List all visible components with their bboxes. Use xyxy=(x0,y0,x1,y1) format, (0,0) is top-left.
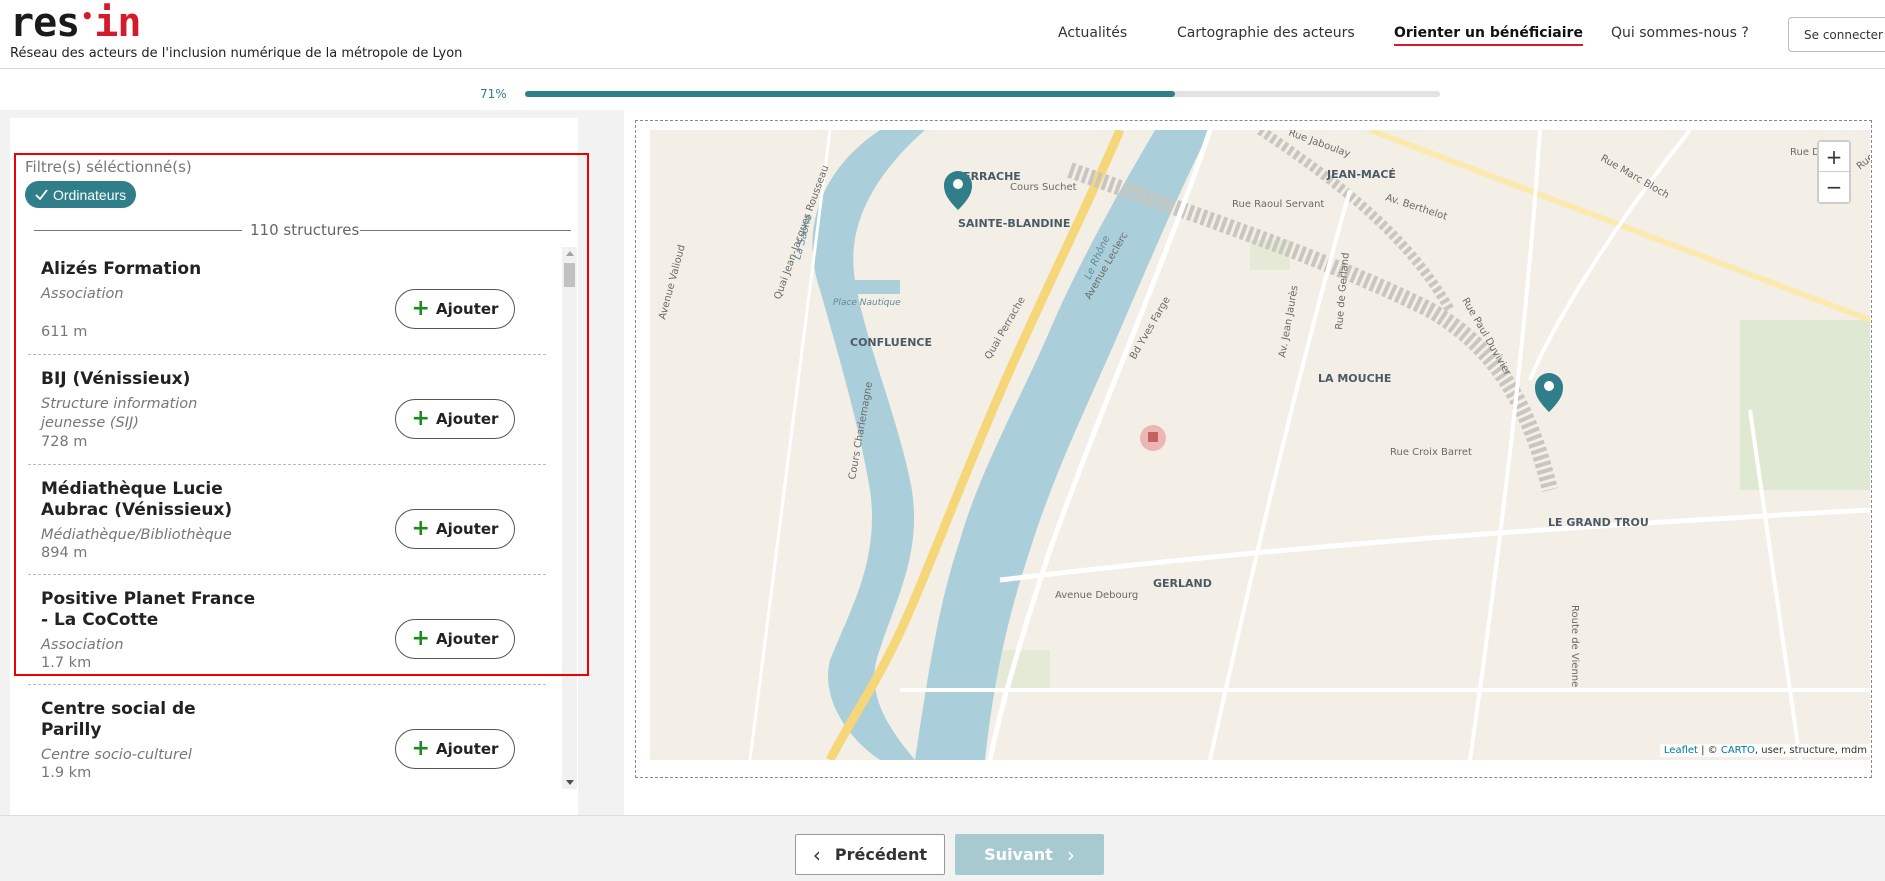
structure-name: Positive Planet France - La CoCotte xyxy=(41,589,256,630)
map-label-street: Rue Raoul Servant xyxy=(1232,199,1324,210)
leaflet-link[interactable]: Leaflet xyxy=(1664,745,1698,756)
plus-icon: + xyxy=(411,296,430,321)
add-button-label: Ajouter xyxy=(435,630,499,648)
structure-type: Centre socio-culturel xyxy=(41,747,192,763)
structure-type: Association xyxy=(41,286,124,302)
list-item[interactable]: Médiathèque Lucie Aubrac (Vénissieux) Mé… xyxy=(28,465,546,575)
add-structure-button[interactable]: + Ajouter xyxy=(395,509,515,549)
structure-type: Structure information jeunesse (SIJ) xyxy=(41,396,198,431)
previous-label: Précédent xyxy=(834,845,928,864)
map-label-district: JEAN-MACÉ xyxy=(1326,168,1396,181)
logo-res: res xyxy=(10,0,80,46)
user-location-icon[interactable] xyxy=(1140,425,1166,451)
map-label-district: SAINTE-BLANDINE xyxy=(958,217,1070,230)
count-divider-left xyxy=(34,230,242,231)
plus-icon: + xyxy=(411,626,430,651)
attribution-separator: | © xyxy=(1697,745,1721,756)
previous-button[interactable]: ‹ Précédent xyxy=(795,834,945,875)
structure-name: Alizés Formation xyxy=(41,259,202,279)
nav-orienter[interactable]: Orienter un bénéficiaire xyxy=(1394,25,1583,46)
map-label-district: LE GRAND TROU xyxy=(1548,516,1649,529)
site-tagline: Réseau des acteurs de l'inclusion numéri… xyxy=(10,46,463,61)
filter-chip-label: Ordinateurs xyxy=(53,186,127,203)
filters-title: Filtre(s) séléctionné(s) xyxy=(25,158,192,176)
carto-link[interactable]: CARTO xyxy=(1721,745,1755,756)
map-marina xyxy=(840,280,900,294)
logo-dot: • xyxy=(81,4,93,28)
chevron-left-icon: ‹ xyxy=(812,842,821,867)
plus-icon: + xyxy=(411,516,430,541)
structures-count: 110 structures xyxy=(250,221,360,239)
add-button-label: Ajouter xyxy=(435,520,499,538)
map-label-street: Rue Croix Barret xyxy=(1390,447,1472,458)
map-zoom-control: + − xyxy=(1817,140,1851,204)
list-scrollbar[interactable] xyxy=(562,247,577,789)
add-button-label: Ajouter xyxy=(435,740,499,758)
list-item[interactable]: Positive Planet France - La CoCotte Asso… xyxy=(28,575,546,685)
map-label-district: LA MOUCHE xyxy=(1318,372,1391,385)
map-attribution: Leaflet | © CARTO, user, structure, mdm xyxy=(1659,744,1871,757)
scroll-up-arrow-icon[interactable] xyxy=(566,251,574,256)
site-logo[interactable]: res • in xyxy=(10,0,141,46)
logo-in: in xyxy=(94,0,141,46)
nav-actualites[interactable]: Actualités xyxy=(1058,25,1127,41)
map-label-district: CONFLUENCE xyxy=(850,336,932,349)
structure-distance: 611 m xyxy=(41,324,88,340)
map-label-street: Avenue Debourg xyxy=(1055,590,1138,601)
map-label-district: GERLAND xyxy=(1153,577,1212,590)
map-label-street: Cours Suchet xyxy=(1010,182,1077,193)
structure-distance: 894 m xyxy=(41,545,88,561)
structure-name: BIJ (Vénissieux) xyxy=(41,369,191,389)
add-structure-button[interactable]: + Ajouter xyxy=(395,289,515,329)
list-item[interactable]: BIJ (Vénissieux) Structure information j… xyxy=(28,355,546,465)
add-structure-button[interactable]: + Ajouter xyxy=(395,619,515,659)
list-item[interactable]: Alizés Formation Association 611 m + Ajou… xyxy=(28,245,546,355)
scroll-down-arrow-icon[interactable] xyxy=(566,780,574,785)
zoom-in-button[interactable]: + xyxy=(1819,142,1849,172)
map-label-water: Place Nautique xyxy=(833,298,901,308)
map-label-street: Route de Vienne xyxy=(1569,605,1580,687)
map[interactable]: PERRACHE SAINTE-BLANDINE JEAN-MACÉ CONFL… xyxy=(650,130,1870,760)
add-structure-button[interactable]: + Ajouter xyxy=(395,729,515,769)
structure-name: Médiathèque Lucie Aubrac (Vénissieux) xyxy=(41,479,233,520)
structure-distance: 728 m xyxy=(41,434,88,450)
add-structure-button[interactable]: + Ajouter xyxy=(395,399,515,439)
check-icon xyxy=(35,189,48,200)
chevron-right-icon: › xyxy=(1066,842,1075,867)
nav-qui-sommes-nous[interactable]: Qui sommes-nous ? xyxy=(1611,25,1749,41)
filter-chip-ordinateurs[interactable]: Ordinateurs xyxy=(25,181,137,208)
next-button[interactable]: Suivant › xyxy=(955,834,1104,875)
structure-distance: 1.9 km xyxy=(41,765,92,781)
plus-icon: + xyxy=(411,736,430,761)
nav-cartographie[interactable]: Cartographie des acteurs xyxy=(1177,25,1355,41)
site-header: res • in Réseau des acteurs de l'inclusion… xyxy=(0,0,1885,69)
count-divider-right xyxy=(360,230,571,231)
progress-label: 71% xyxy=(480,87,507,101)
zoom-out-button[interactable]: − xyxy=(1819,172,1849,202)
add-button-label: Ajouter xyxy=(435,410,499,428)
login-button[interactable]: Se connecter xyxy=(1788,17,1885,52)
scroll-thumb[interactable] xyxy=(564,263,575,287)
structures-list[interactable]: Alizés Formation Association 611 m + Ajou… xyxy=(28,245,558,790)
next-label: Suivant xyxy=(984,845,1053,864)
attribution-text: , user, structure, mdm xyxy=(1754,745,1867,756)
progress-bar xyxy=(525,91,1440,97)
list-item[interactable]: Centre social de Parilly Centre socio-cu… xyxy=(28,685,546,790)
map-canvas[interactable]: PERRACHE SAINTE-BLANDINE JEAN-MACÉ CONFL… xyxy=(650,130,1870,760)
structure-name: Centre social de Parilly xyxy=(41,699,196,740)
structure-distance: 1.7 km xyxy=(41,655,92,671)
structure-type: Médiathèque/Bibliothèque xyxy=(41,527,232,543)
structure-type: Association xyxy=(41,637,124,653)
plus-icon: + xyxy=(411,406,430,431)
add-button-label: Ajouter xyxy=(435,300,499,318)
progress-fill xyxy=(525,91,1175,97)
page: res • in Réseau des acteurs de l'inclusion… xyxy=(0,0,1885,881)
